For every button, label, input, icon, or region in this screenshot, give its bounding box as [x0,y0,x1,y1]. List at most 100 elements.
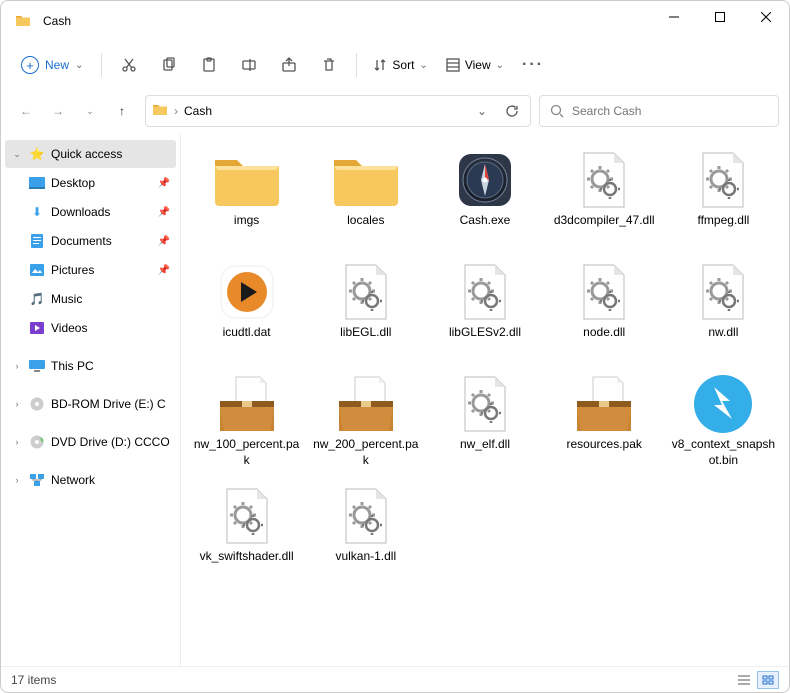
file-label: ffmpeg.dll [697,213,749,245]
file-label: d3dcompiler_47.dll [554,213,655,245]
sort-icon [373,58,387,72]
file-nw100[interactable]: nw_100_percent.pak [189,367,304,475]
plus-icon: + [21,56,39,74]
sidebar-item-pictures[interactable]: Pictures 📌 [5,256,176,284]
sidebar-item-this-pc[interactable]: › This PC [5,352,176,380]
maximize-button[interactable] [697,1,743,33]
chevron-right-icon: › [11,475,23,485]
search-box[interactable] [539,95,779,127]
window-controls [651,1,789,41]
delete-button[interactable] [310,47,348,83]
chevron-right-icon: › [11,437,23,447]
nav-row: ← → ⌄ ↑ › Cash ⌄ [1,89,789,133]
file-label: v8_context_snapshot.bin [668,437,778,469]
file-icudtl[interactable]: icudtl.dat [189,255,304,363]
cut-button[interactable] [110,47,148,83]
file-label: libGLESv2.dll [449,325,521,357]
share-button[interactable] [270,47,308,83]
file-label: resources.pak [567,437,642,469]
titlebar: Cash [1,1,789,41]
history-button[interactable]: ⌄ [470,99,494,123]
sidebar-item-dvd[interactable]: › DVD Drive (D:) CCCO [5,428,176,456]
rename-button[interactable] [230,47,268,83]
up-button[interactable]: ↑ [107,96,137,126]
sidebar-item-bdrom[interactable]: › BD-ROM Drive (E:) C [5,390,176,418]
nav-arrows: ← → ⌄ ↑ [11,96,137,126]
file-label: locales [347,213,384,245]
pin-icon: 📌 [158,178,170,189]
minimize-button[interactable] [651,1,697,33]
search-input[interactable] [572,104,768,118]
file-nw200[interactable]: nw_200_percent.pak [308,367,423,475]
chevron-right-icon: › [11,399,23,409]
sidebar-item-network[interactable]: › Network [5,466,176,494]
icons-view-button[interactable] [757,671,779,689]
file-swiftshader[interactable]: vk_swiftshader.dll [189,479,304,587]
file-label: nw.dll [708,325,738,357]
sidebar-item-videos[interactable]: Videos [5,314,176,342]
separator [356,53,357,77]
chevron-right-icon: › [11,361,23,371]
copy-button[interactable] [150,47,188,83]
file-label: libEGL.dll [340,325,391,357]
body: ⌄ ⭐ Quick access Desktop 📌 ⬇ Downloads 📌… [1,133,789,666]
folder-icon [15,13,31,29]
file-label: Cash.exe [460,213,511,245]
document-icon [29,233,45,249]
view-mode-switcher [733,671,779,689]
window-title: Cash [43,14,651,28]
new-button[interactable]: + New ⌄ [11,51,93,79]
file-vulkan[interactable]: vulkan-1.dll [308,479,423,587]
sidebar-item-documents[interactable]: Documents 📌 [5,227,176,255]
item-count: 17 items [11,673,56,687]
details-view-button[interactable] [733,671,755,689]
command-bar: + New ⌄ Sort ⌄ View ⌄ ··· [1,41,789,89]
folder-imgs[interactable]: imgs [189,143,304,251]
sidebar-item-desktop[interactable]: Desktop 📌 [5,169,176,197]
file-libegl[interactable]: libEGL.dll [308,255,423,363]
file-label: imgs [234,213,259,245]
chevron-down-icon: ⌄ [419,60,427,71]
pin-icon: 📌 [158,265,170,276]
pictures-icon [29,262,45,278]
more-button[interactable]: ··· [514,47,552,83]
file-v8[interactable]: v8_context_snapshot.bin [666,367,781,475]
breadcrumb-item[interactable]: Cash [184,104,212,118]
file-nwelf[interactable]: nw_elf.dll [427,367,542,475]
sort-button[interactable]: Sort ⌄ [365,53,435,77]
sort-label: Sort [392,58,414,72]
music-icon: 🎵 [29,291,45,307]
network-icon [29,472,45,488]
disc-icon [29,396,45,412]
file-label: nw_elf.dll [460,437,510,469]
videos-icon [29,320,45,336]
view-label: View [465,58,491,72]
file-libgles[interactable]: libGLESv2.dll [427,255,542,363]
file-label: icudtl.dat [223,325,271,357]
chevron-right-icon: › [174,104,178,118]
refresh-button[interactable] [500,99,524,123]
back-button[interactable]: ← [11,96,41,126]
file-cash-exe[interactable]: Cash.exe [427,143,542,251]
view-button[interactable]: View ⌄ [438,53,512,77]
recent-button[interactable]: ⌄ [75,96,105,126]
file-node[interactable]: node.dll [547,255,662,363]
sidebar-item-quick-access[interactable]: ⌄ ⭐ Quick access [5,140,176,168]
file-ffmpeg[interactable]: ffmpeg.dll [666,143,781,251]
address-bar[interactable]: › Cash ⌄ [145,95,531,127]
close-button[interactable] [743,1,789,33]
separator [101,53,102,77]
file-label: vk_swiftshader.dll [200,549,294,581]
forward-button[interactable]: → [43,96,73,126]
navigation-pane[interactable]: ⌄ ⭐ Quick access Desktop 📌 ⬇ Downloads 📌… [1,133,181,666]
sidebar-item-downloads[interactable]: ⬇ Downloads 📌 [5,198,176,226]
file-nw[interactable]: nw.dll [666,255,781,363]
pin-icon: 📌 [158,236,170,247]
new-label: New [45,58,69,72]
file-resources[interactable]: resources.pak [547,367,662,475]
paste-button[interactable] [190,47,228,83]
file-list[interactable]: imgs locales Cash.exe d3dcompiler_47.dll… [181,133,789,666]
folder-locales[interactable]: locales [308,143,423,251]
sidebar-item-music[interactable]: 🎵 Music [5,285,176,313]
file-d3dcompiler[interactable]: d3dcompiler_47.dll [547,143,662,251]
